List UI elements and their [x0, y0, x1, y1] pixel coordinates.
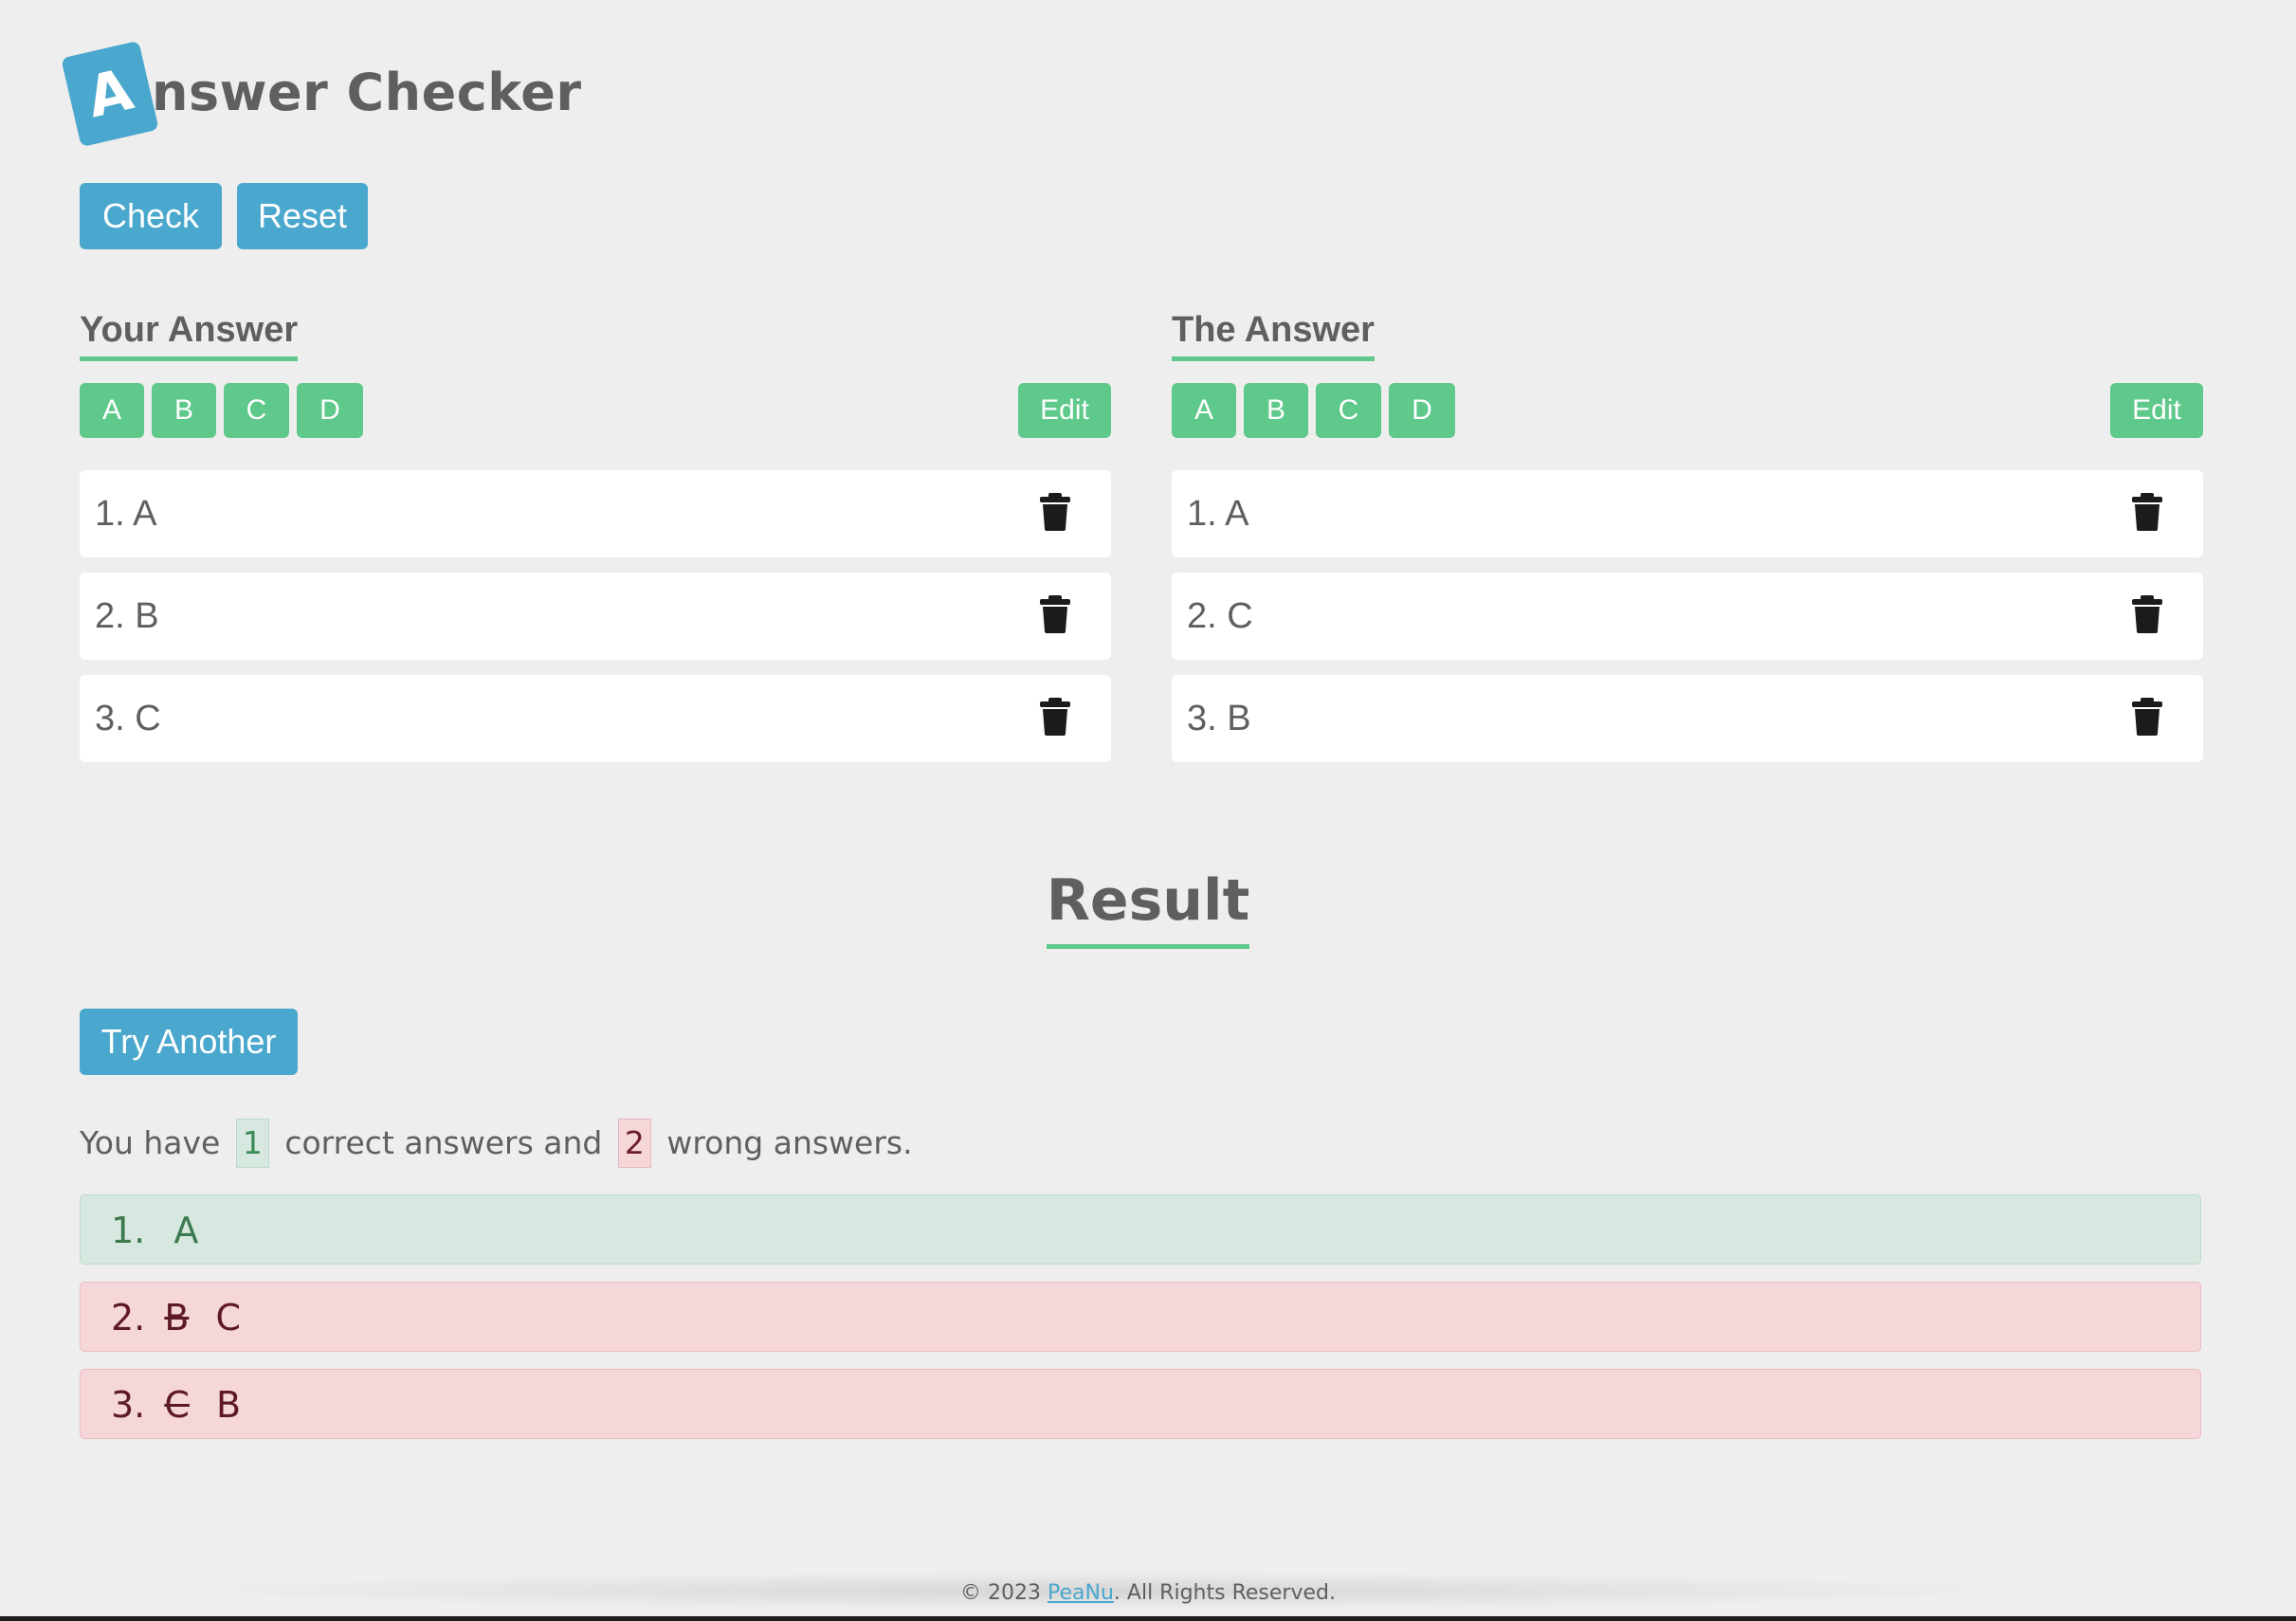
reset-button[interactable]: Reset	[237, 183, 368, 249]
trash-icon[interactable]	[2131, 595, 2163, 633]
footer-peanu-link[interactable]: PeaNu	[1048, 1581, 1114, 1605]
trash-icon[interactable]	[2131, 493, 2163, 531]
key-choice-b-button[interactable]: B	[1244, 383, 1308, 438]
trash-icon[interactable]	[1039, 493, 1071, 531]
the-answer-item: 3. B	[1172, 675, 2203, 762]
your-answer-item: 3. C	[80, 675, 1111, 762]
result-section-heading: Result	[0, 865, 2296, 949]
key-choice-a-button[interactable]: A	[1172, 383, 1236, 438]
try-another-button[interactable]: Try Another	[80, 1009, 298, 1075]
footer-copyright: © 2023	[960, 1581, 1042, 1605]
result-row-number: 2.	[111, 1297, 146, 1339]
your-answer-item-label: 3. C	[95, 699, 161, 738]
the-answer-item-label: 2. C	[1187, 596, 1253, 636]
check-button[interactable]: Check	[80, 183, 222, 249]
result-row-wrong: 2. B C	[80, 1282, 2201, 1352]
logo-letter: A	[81, 56, 139, 132]
your-choice-a-button[interactable]: A	[80, 383, 144, 438]
footer: © 2023 PeaNu. All Rights Reserved.	[0, 1577, 2296, 1610]
result-row-wrong: 3. C B	[80, 1369, 2201, 1439]
footer-rights: . All Rights Reserved.	[1113, 1581, 1336, 1605]
result-row-given-answer: C	[164, 1384, 190, 1426]
your-choice-d-button[interactable]: D	[297, 383, 363, 438]
result-row-given-answer: B	[164, 1297, 190, 1339]
summary-suffix: wrong answers.	[666, 1124, 913, 1161]
result-row-correct: 1. A	[80, 1194, 2201, 1265]
app-logo: A nswer Checker	[61, 40, 582, 148]
your-answer-item-label: 1. A	[95, 494, 157, 534]
correct-count-badge: 1	[235, 1119, 269, 1168]
trash-icon[interactable]	[1039, 595, 1071, 633]
bottom-border	[0, 1616, 2296, 1621]
your-answer-item: 1. A	[80, 470, 1111, 557]
the-answer-edit-button[interactable]: Edit	[2110, 383, 2203, 438]
your-answer-item: 2. B	[80, 573, 1111, 660]
answer-checker-page: A nswer Checker Check Reset Your Answer …	[0, 0, 2296, 1621]
logo-badge: A	[61, 40, 159, 148]
the-answer-item: 1. A	[1172, 470, 2203, 557]
key-choice-c-button[interactable]: C	[1316, 383, 1381, 438]
your-answer-edit-button[interactable]: Edit	[1018, 383, 1111, 438]
summary-middle: correct answers and	[284, 1124, 603, 1161]
trash-icon[interactable]	[1039, 698, 1071, 736]
result-row-number: 3.	[111, 1384, 146, 1426]
the-answer-item-label: 1. A	[1187, 494, 1249, 534]
key-choice-d-button[interactable]: D	[1389, 383, 1455, 438]
your-choice-c-button[interactable]: C	[224, 383, 289, 438]
app-title: nswer Checker	[152, 62, 582, 122]
the-answer-item: 2. C	[1172, 573, 2203, 660]
your-answer-item-label: 2. B	[95, 596, 159, 636]
result-row-correct-answer: A	[173, 1210, 199, 1251]
the-answer-item-label: 3. B	[1187, 699, 1251, 738]
result-title: Result	[1046, 865, 1250, 949]
result-row-correct-answer: B	[216, 1384, 242, 1426]
summary-prefix: You have	[80, 1124, 221, 1161]
your-choice-b-button[interactable]: B	[152, 383, 216, 438]
wrong-count-badge: 2	[617, 1119, 651, 1168]
trash-icon[interactable]	[2131, 698, 2163, 736]
result-row-correct-answer: C	[215, 1297, 242, 1339]
the-answer-title: The Answer	[1172, 307, 1375, 361]
result-summary: You have 1 correct answers and 2 wrong a…	[80, 1119, 913, 1168]
result-row-number: 1.	[111, 1210, 146, 1251]
your-answer-title: Your Answer	[80, 307, 299, 361]
